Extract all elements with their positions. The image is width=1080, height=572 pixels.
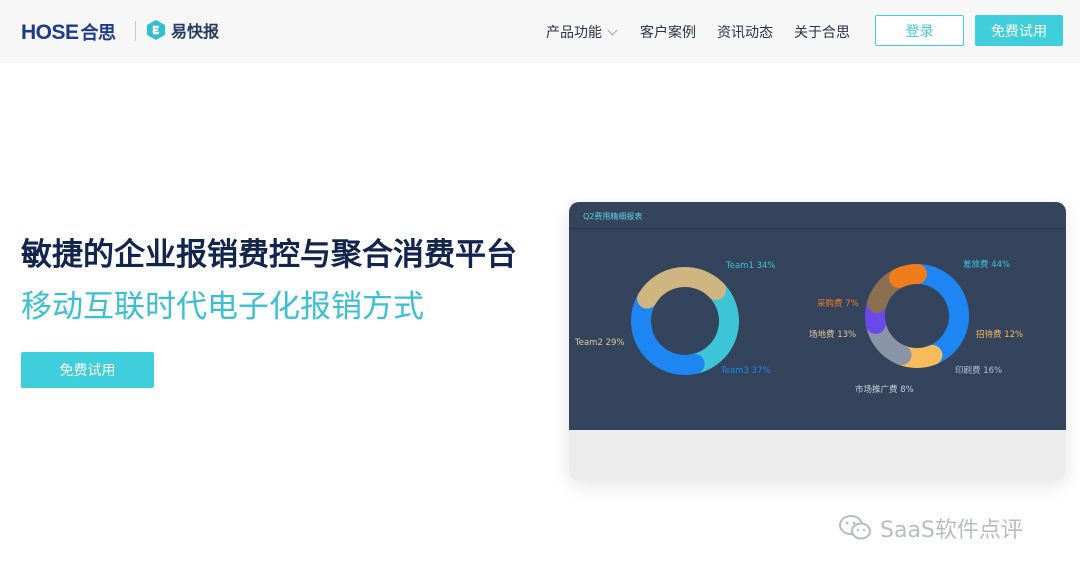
donut-label-1-2: Team3 37% [720, 366, 770, 376]
donut-label-2-4: 市场推广费 8% [855, 384, 914, 395]
nav-item-label: 产品功能 [546, 25, 602, 41]
nav-item-about[interactable]: 关于合思 [794, 22, 850, 42]
donut-label-1-3: Team2 29% [574, 338, 624, 348]
dashboard-panel: Q2费用精细报表 Team1 34% Team3 37% Team2 29% 差旅费 … [569, 202, 1066, 430]
donut-slice-1-2 [631, 288, 705, 375]
free-trial-header-button[interactable]: 免费试用 [975, 15, 1063, 46]
nav-item-product[interactable]: 产品功能 [546, 22, 618, 42]
dashboard-charts: Team1 34% Team3 37% Team2 29% 差旅费 44% 招待费 12… [574, 259, 1023, 395]
donut-label-2-6: 采购费 7% [817, 298, 859, 309]
hero-title: 敏捷的企业报销费控与聚合消费平台 [21, 237, 517, 273]
donut-label-2-3: 印刷费 16% [955, 365, 1002, 376]
donut-slice-2-1 [907, 264, 969, 366]
logo-divider [135, 21, 136, 41]
hero-subtitle: 移动互联时代电子化报销方式 [21, 289, 424, 325]
watermark: SaaS软件点评 [838, 512, 1023, 544]
chevron-down-icon [607, 25, 618, 36]
hose-logo[interactable]: HOSE 合思 [21, 19, 116, 45]
watermark-text: SaaS软件点评 [880, 518, 1023, 543]
nav-item-cases[interactable]: 客户案例 [640, 22, 696, 42]
yikuaibao-logo-icon [147, 20, 165, 40]
yikuaibao-logo[interactable]: 易快报 [145, 17, 219, 43]
donut-label-1-1: Team1 34% [725, 261, 775, 271]
donut-slice-1-3 [637, 267, 727, 309]
free-trial-hero-button[interactable]: 免费试用 [21, 352, 154, 388]
logo-hose-cn: 合思 [80, 23, 117, 43]
donut-slice-1-1 [684, 279, 739, 374]
top-navbar: HOSE 合思 易快报 产品功能 客户案例 资讯动态 关于合思 登录 免费试用 [0, 0, 1080, 63]
donut-label-2-1: 差旅费 44% [963, 259, 1010, 270]
login-button[interactable]: 登录 [875, 15, 964, 46]
donut-label-2-2: 招待费 12% [976, 329, 1023, 340]
donut-slice-2-6 [889, 264, 927, 288]
nav-item-news[interactable]: 资讯动态 [717, 22, 773, 42]
donut-label-2-5: 场地费 13% [809, 329, 856, 340]
logo-product-text: 易快报 [171, 22, 220, 41]
wechat-icon [839, 515, 871, 540]
logo-hose-text: HOSE [21, 21, 79, 44]
dashboard-preview-card: Q2费用精细报表 Team1 34% Team3 37% Team2 29% 差旅费 … [569, 202, 1066, 480]
